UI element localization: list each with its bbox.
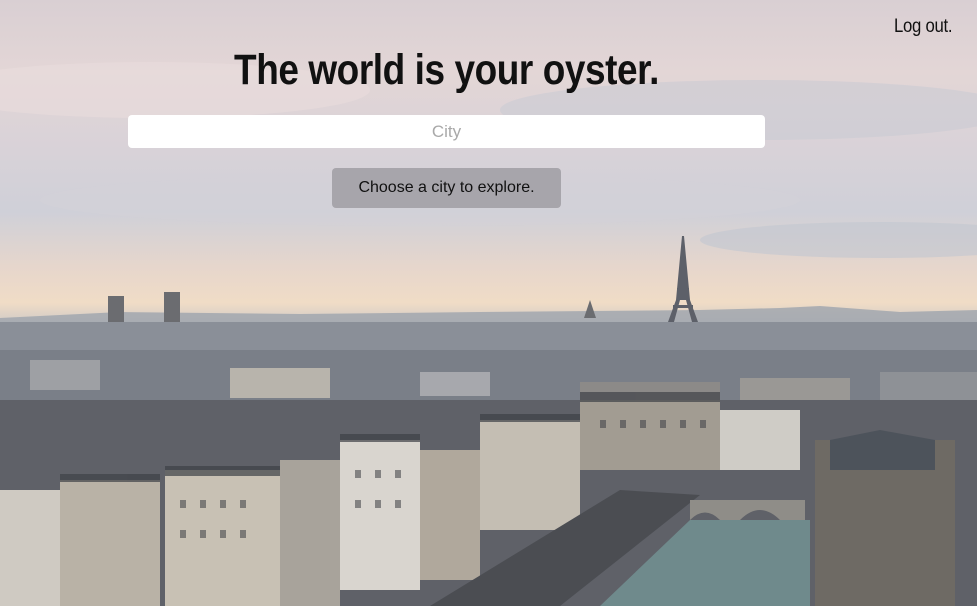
page: Log out. The world is your oyster. Choos… <box>0 0 977 606</box>
explore-city-button[interactable]: Choose a city to explore. <box>332 168 561 208</box>
logout-link[interactable]: Log out. <box>894 16 953 38</box>
page-title: The world is your oyster. <box>234 46 659 94</box>
city-search-input[interactable] <box>128 115 765 148</box>
